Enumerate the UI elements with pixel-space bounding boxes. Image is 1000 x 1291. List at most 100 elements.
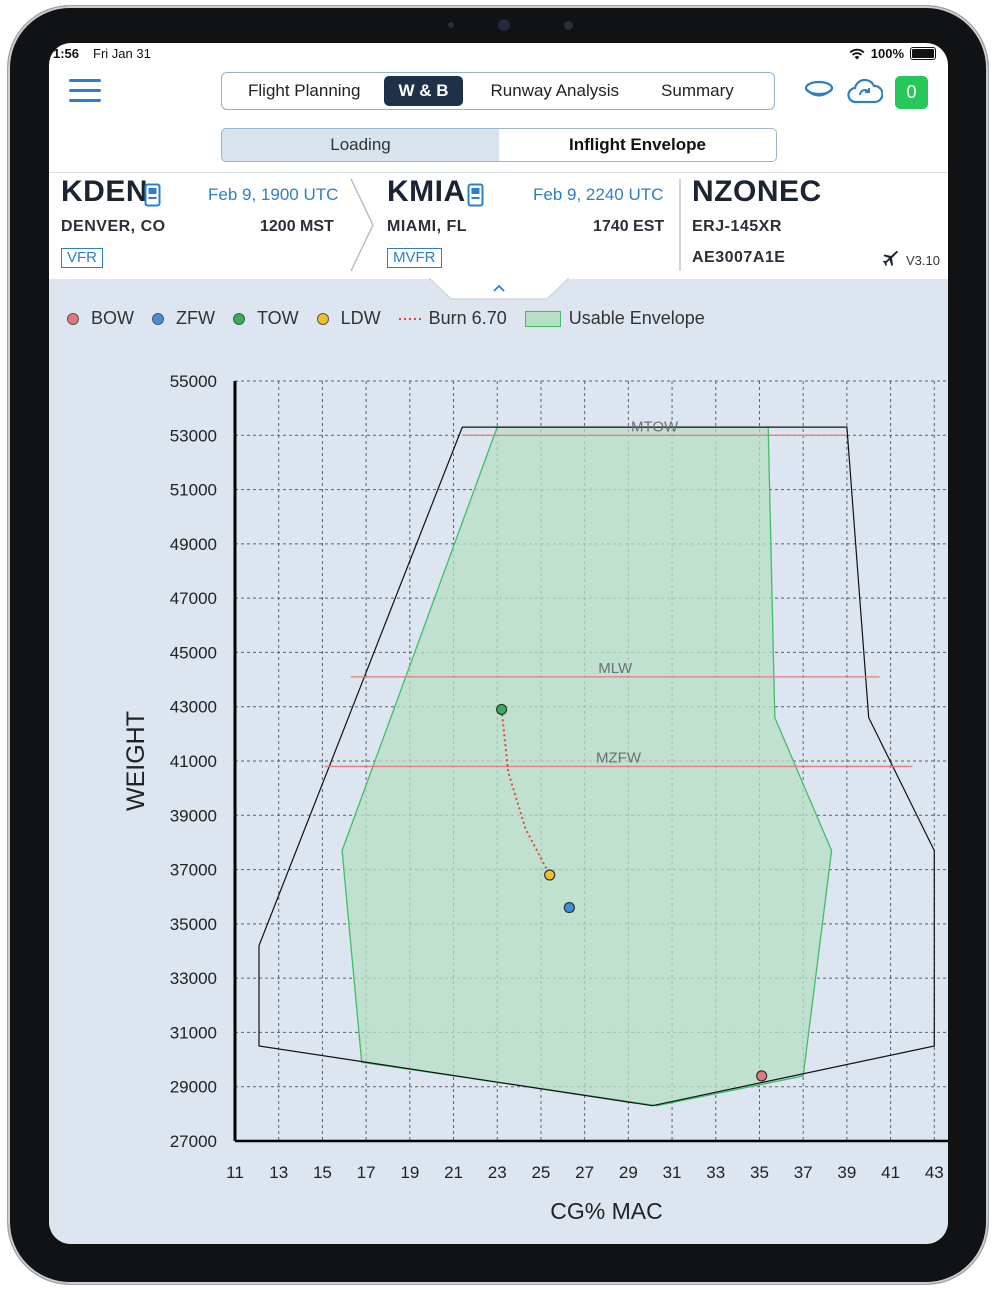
point-zfw[interactable]	[563, 901, 575, 914]
bow-dot-icon	[67, 312, 79, 325]
arrival-wx-badge: MVFR	[387, 248, 442, 268]
point-ldw[interactable]	[544, 869, 556, 881]
arrival-local: 1740 EST	[593, 218, 665, 235]
wifi-icon	[849, 48, 865, 59]
departure-code[interactable]: KDEN	[61, 175, 148, 208]
tow-dot-icon	[232, 312, 245, 325]
front-camera	[498, 19, 510, 31]
y-tick-label: 35000	[170, 915, 217, 934]
legend-burn: Burn 6.70	[398, 308, 507, 329]
legend-tow-label: TOW	[256, 308, 299, 328]
arrival-city: MIAMI, FL	[387, 218, 468, 235]
aircraft-type: ERJ-145XR	[692, 218, 782, 235]
x-tick-label: 41	[881, 1163, 900, 1182]
status-bar: 1:56 Fri Jan 31 100%	[49, 43, 948, 65]
x-tick-label: 39	[837, 1163, 856, 1182]
ldw-dot-icon	[316, 312, 329, 325]
y-tick-label: 27000	[170, 1132, 217, 1151]
aircraft-tail: NZONEC	[692, 175, 822, 208]
x-tick-label: 21	[444, 1163, 463, 1182]
legend-envelope: Usable Envelope	[524, 308, 705, 329]
weather-doc-icon[interactable]	[467, 183, 484, 207]
x-tick-label: 35	[750, 1163, 769, 1182]
notification-badge[interactable]: 0	[895, 76, 928, 109]
x-tick-label: 11	[226, 1163, 244, 1182]
cloud-sync-icon[interactable]	[847, 78, 883, 106]
x-tick-label: 31	[663, 1163, 682, 1182]
arrival-code[interactable]: KMIA	[387, 175, 466, 208]
tab-runway-analysis[interactable]: Runway Analysis	[477, 76, 634, 106]
x-tick-label: 37	[794, 1163, 813, 1182]
y-tick-label: 55000	[170, 372, 217, 391]
y-tick-label: 31000	[170, 1023, 217, 1042]
arrival-utc: Feb 9, 2240 UTC	[533, 185, 664, 204]
zfw-dot-icon	[152, 312, 164, 325]
point-tow[interactable]	[496, 703, 508, 716]
y-tick-label: 37000	[170, 861, 217, 880]
legend-zfw: ZFW	[152, 308, 215, 329]
y-tick-label: 29000	[170, 1078, 217, 1097]
aircraft-serial: AE3007A1E	[692, 249, 786, 266]
y-tick-label: 53000	[170, 426, 217, 445]
legend-zfw-label: ZFW	[176, 308, 215, 328]
y-tick-label: 51000	[170, 481, 217, 500]
x-tick-label: 29	[619, 1163, 638, 1182]
y-tick-label: 49000	[170, 535, 217, 554]
departure-code-wrap: KDEN	[61, 175, 148, 209]
sensor	[564, 21, 573, 30]
y-tick-label: 47000	[170, 589, 217, 608]
collapse-tab[interactable]	[429, 277, 569, 301]
status-time: 1:56	[53, 46, 80, 61]
x-tick-label: 27	[575, 1163, 594, 1182]
legend-bow: BOW	[67, 308, 134, 329]
legend-envelope-label: Usable Envelope	[568, 308, 705, 328]
y-tick-label: 43000	[170, 698, 217, 717]
app-version: V3.10	[906, 253, 940, 268]
x-tick-label: 23	[488, 1163, 507, 1182]
legend-bow-label: BOW	[91, 308, 134, 328]
departure-city: DENVER, CO	[61, 218, 166, 235]
sensor	[448, 22, 454, 28]
tab-loading[interactable]: Loading	[222, 129, 499, 161]
wb-envelope-chart: 1113151719212325272931333537394143452700…	[122, 372, 948, 1224]
app-screen: 1:56 Fri Jan 31 100% Flight Planning W &…	[49, 43, 948, 1244]
legend-ldw: LDW	[316, 308, 381, 329]
departure-wx-badge: VFR	[61, 248, 103, 268]
y-tick-label: 45000	[170, 643, 217, 662]
limit-label-mlw: MLW	[598, 660, 633, 677]
tab-flight-planning[interactable]: Flight Planning	[234, 76, 374, 106]
y-axis-label: WEIGHT	[122, 711, 150, 811]
departure-local: 1200 MST	[260, 218, 334, 235]
status-date: Fri Jan 31	[93, 46, 151, 61]
route-chevron-icon	[350, 178, 374, 272]
weather-doc-icon[interactable]	[144, 183, 161, 207]
y-tick-label: 33000	[170, 969, 217, 988]
menu-icon[interactable]	[69, 79, 101, 105]
departure-wx-wrap: VFR	[61, 248, 103, 268]
legend-burn-label: Burn 6.70	[428, 308, 507, 328]
departure-utc: Feb 9, 1900 UTC	[208, 185, 339, 204]
tab-inflight-envelope[interactable]: Inflight Envelope	[499, 129, 776, 161]
arrival-code-wrap: KMIA	[387, 175, 466, 209]
x-axis-label: CG% MAC	[550, 1198, 662, 1224]
legend-tow: TOW	[232, 308, 299, 329]
burn-line-icon	[398, 317, 421, 320]
pilot-cap-icon[interactable]	[802, 78, 836, 104]
arrival-wx-wrap: MVFR	[387, 248, 442, 268]
x-tick-label: 25	[531, 1163, 550, 1182]
x-tick-label: 13	[269, 1163, 288, 1182]
flight-info-bar: KDEN DENVER, CO Feb 9, 1900 UTC 1200 MST…	[49, 172, 948, 279]
x-tick-label: 19	[400, 1163, 419, 1182]
x-tick-label: 17	[357, 1163, 376, 1182]
divider	[679, 179, 681, 271]
airplane-icon	[883, 251, 898, 266]
battery-icon	[910, 47, 936, 60]
x-tick-label: 43	[925, 1163, 944, 1182]
point-bow[interactable]	[756, 1070, 768, 1082]
chart-legend: BOW ZFW TOW LDW Burn 6.70 Usable Envelop…	[67, 308, 723, 329]
y-tick-label: 41000	[170, 752, 217, 771]
tab-weight-balance[interactable]: W & B	[384, 76, 463, 106]
sub-tabs: Loading Inflight Envelope	[221, 128, 777, 162]
limit-label-mzfw: MZFW	[596, 749, 642, 766]
tab-summary[interactable]: Summary	[647, 76, 748, 106]
